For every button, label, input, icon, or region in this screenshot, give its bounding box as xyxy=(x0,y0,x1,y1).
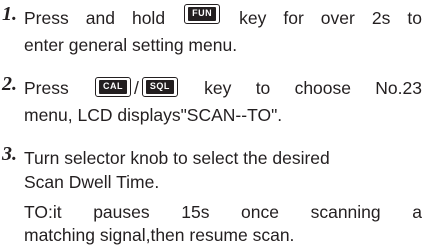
note-word: pauses xyxy=(93,202,150,222)
step-2-word: No.23 xyxy=(375,78,422,98)
step-1-word: 2s xyxy=(371,8,391,28)
note-line-2: matching signal,then resume scan. xyxy=(24,225,295,245)
step-3-line-2: Scan Dwell Time. xyxy=(24,172,160,192)
cal-key-label: CAL xyxy=(99,80,128,95)
note-line-1: TO:it pauses 15s once scanning a xyxy=(24,200,422,224)
step-1-line-1: Press and hold FUN key for over 2s to xyxy=(24,4,422,30)
step-1-word: key xyxy=(239,8,267,28)
step-1-word: for xyxy=(283,8,304,28)
cal-key-icon: CAL xyxy=(95,77,132,98)
step-1-number: 1. xyxy=(2,3,17,25)
step-1-word: Press xyxy=(24,8,69,28)
note-word: 15s xyxy=(181,202,210,222)
step-1-word: over xyxy=(320,8,355,28)
step-1-word: hold xyxy=(131,8,166,28)
step-2-word: key xyxy=(204,78,232,98)
step-1-word: and xyxy=(85,8,115,28)
step-2-word: to xyxy=(255,78,271,98)
step-2-line-1: Press CAL / SQL key to choose No.23 xyxy=(24,76,422,100)
sql-key-label: SQL xyxy=(145,80,174,95)
note-word: a xyxy=(412,202,422,222)
step-2-number: 2. xyxy=(2,73,17,95)
step-3-line-1: Turn selector knob to select the desired xyxy=(24,148,330,168)
step-2-line-2: menu, LCD displays"SCAN--TO". xyxy=(24,105,283,125)
note-word: once xyxy=(241,202,279,222)
fun-key-icon: FUN xyxy=(184,4,221,24)
cal-sql-keys: CAL / SQL xyxy=(93,76,180,100)
step-2-word: Press xyxy=(24,78,69,98)
fun-key-label: FUN xyxy=(188,7,217,21)
key-separator: / xyxy=(134,78,139,98)
sql-key-icon: SQL xyxy=(141,77,178,98)
step-2-word: choose xyxy=(294,78,352,98)
note-word: scanning xyxy=(310,202,381,222)
step-3-number: 3. xyxy=(2,143,17,165)
step-1-word: to xyxy=(407,8,422,28)
step-1-line-2: enter general setting menu. xyxy=(24,35,238,55)
note-word: TO:it xyxy=(24,202,62,222)
